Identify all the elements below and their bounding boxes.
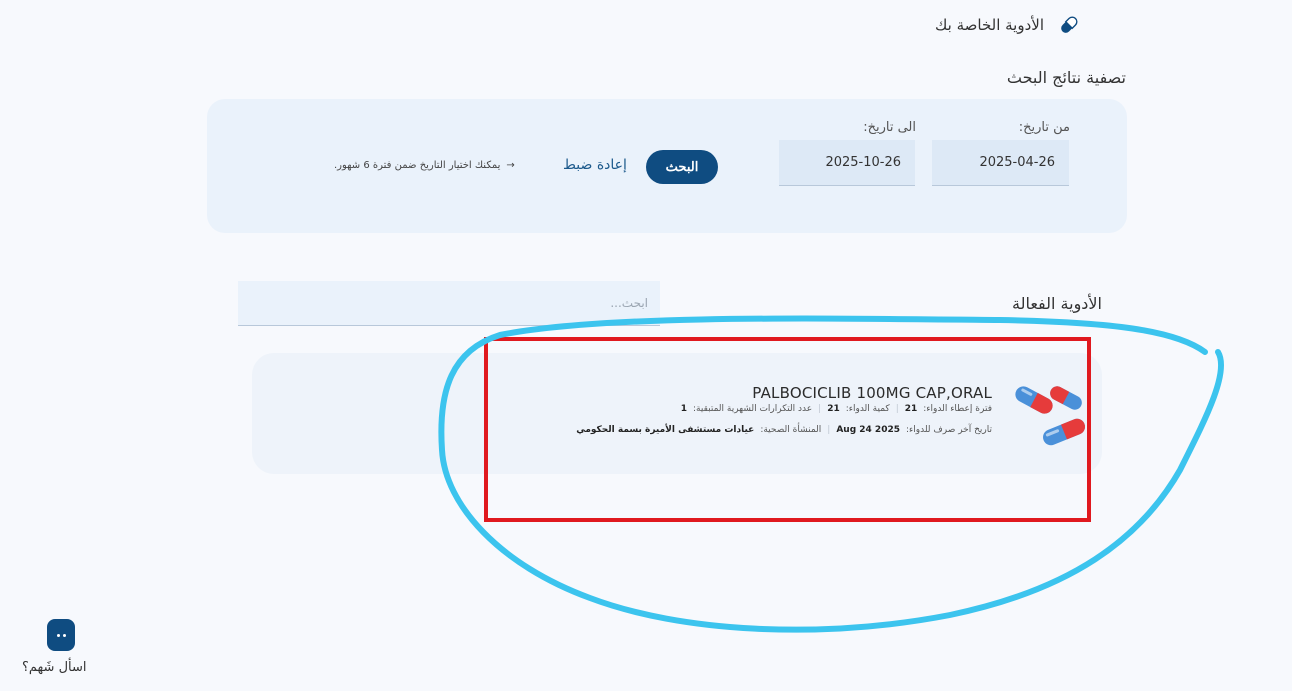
chatbot-eye-icon <box>56 633 60 637</box>
pill-icon <box>1061 16 1078 33</box>
to-date-label: الى تاريخ: <box>863 120 916 135</box>
search-button[interactable]: البحث <box>646 150 718 184</box>
chatbot-button[interactable] <box>47 619 75 651</box>
highlight-rectangle <box>484 337 1091 522</box>
chatbot-eye-icon <box>62 633 66 637</box>
from-date-label: من تاريخ: <box>1018 120 1070 135</box>
active-meds-title: الأدوية الفعالة <box>1012 294 1102 313</box>
page-header: الأدوية الخاصة بك <box>935 14 1080 36</box>
to-date-field[interactable]: 2025-10-26 <box>779 140 915 186</box>
page-title: الأدوية الخاصة بك <box>935 16 1044 34</box>
reset-button[interactable]: إعادة ضبط <box>563 157 627 173</box>
hint-text: يمكنك اختيار التاريخ ضمن فترة 6 شهور. <box>334 160 501 171</box>
hint-arrow-icon: → <box>506 160 515 171</box>
meds-search-input[interactable] <box>238 281 660 326</box>
chatbot-label[interactable]: اسأل شَهم؟ <box>22 660 86 675</box>
date-range-hint: → يمكنك اختيار التاريخ ضمن فترة 6 شهور. <box>334 160 515 171</box>
from-date-field[interactable]: 2025-04-26 <box>932 140 1069 186</box>
filter-title: تصفية نتائج البحث <box>1006 68 1126 87</box>
